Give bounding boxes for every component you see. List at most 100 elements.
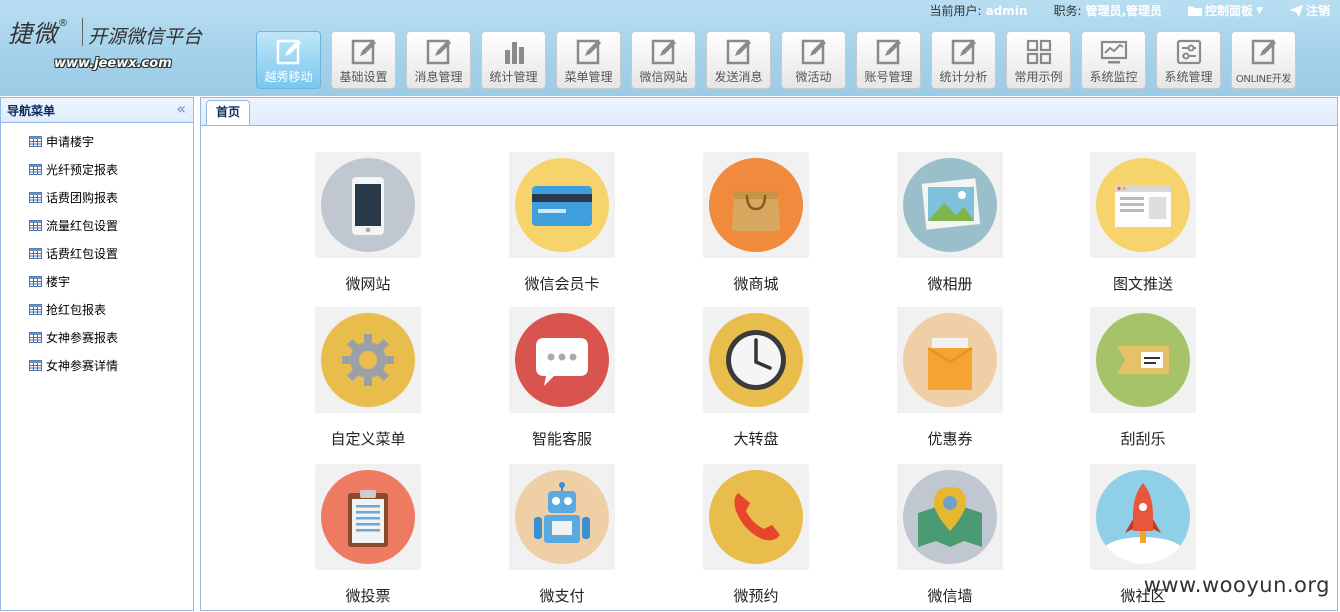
nav-button[interactable]: 统计管理 bbox=[481, 31, 546, 89]
sidebar-item[interactable]: 楼宇 bbox=[1, 267, 193, 295]
app-tile[interactable]: 微社区 bbox=[1063, 438, 1223, 605]
edit-icon bbox=[1251, 39, 1276, 65]
logo-subtitle: 开源微信平台 bbox=[88, 26, 203, 48]
nav-button[interactable]: ONLINE开发 bbox=[1231, 31, 1296, 89]
app-tile[interactable]: 自定义菜单 bbox=[288, 281, 448, 448]
table-icon bbox=[29, 191, 42, 203]
app-label: 微投票 bbox=[345, 587, 391, 605]
nav-button[interactable]: 发送消息 bbox=[706, 31, 771, 89]
app-tile[interactable]: 微投票 bbox=[288, 438, 448, 605]
table-icon bbox=[29, 331, 42, 343]
app-label: 微预约 bbox=[733, 587, 779, 605]
nav-button[interactable]: 微信网站 bbox=[631, 31, 696, 89]
header: 捷微 ® 开源微信平台 www.jeewx.com 当前用户: admin 职务… bbox=[0, 0, 1340, 96]
app-tile[interactable]: 微预约 bbox=[676, 438, 836, 605]
app-tile[interactable]: 大转盘 bbox=[676, 281, 836, 448]
app-tile[interactable]: 微信墙 bbox=[870, 438, 1030, 605]
edit-icon bbox=[876, 39, 901, 65]
sidebar-item[interactable]: 女神参赛报表 bbox=[1, 323, 193, 351]
clipboard-icon bbox=[321, 470, 415, 564]
nav-button-label: 基础设置 bbox=[339, 70, 388, 84]
sidebar-item-label: 女神参赛报表 bbox=[46, 330, 119, 345]
app-tile[interactable]: 微商城 bbox=[676, 126, 836, 293]
current-user-label: 当前用户: bbox=[929, 4, 982, 18]
shopping-bag-icon bbox=[709, 158, 803, 252]
logo-text: 捷微 bbox=[8, 20, 58, 48]
nav-button[interactable]: 越秀移动 bbox=[256, 31, 321, 89]
nav-button[interactable]: 常用示例 bbox=[1006, 31, 1071, 89]
nav-button-label: 账号管理 bbox=[864, 70, 913, 84]
nav-button-label: 微信网站 bbox=[639, 70, 688, 84]
nav-button-label: 统计分析 bbox=[939, 70, 988, 84]
monitor-icon bbox=[1100, 40, 1128, 64]
gear-icon bbox=[321, 313, 415, 407]
nav-button-label: 微活动 bbox=[795, 70, 832, 84]
app-tile[interactable]: 刮刮乐 bbox=[1063, 281, 1223, 448]
app-tile[interactable]: 微网站 bbox=[288, 126, 448, 293]
sidebar-item-label: 光纤预定报表 bbox=[46, 162, 119, 177]
sidebar-item[interactable]: 抢红包报表 bbox=[1, 295, 193, 323]
nav-button-label: 越秀移动 bbox=[264, 70, 313, 84]
sliders-icon bbox=[1176, 39, 1202, 65]
nav-button-label: 系统监控 bbox=[1089, 70, 1138, 84]
sidebar-item-label: 流量红包设置 bbox=[46, 218, 119, 233]
sidebar-item-label: 女神参赛详情 bbox=[46, 358, 119, 373]
logout-label: 注销 bbox=[1305, 4, 1330, 18]
nav-button[interactable]: 系统监控 bbox=[1081, 31, 1146, 89]
chat-bubble-icon bbox=[515, 313, 609, 407]
table-icon bbox=[29, 219, 42, 231]
sidebar-item[interactable]: 申请楼宇 bbox=[1, 127, 193, 155]
nav-button[interactable]: 系统管理 bbox=[1156, 31, 1221, 89]
double-chevron-left-icon[interactable]: « bbox=[176, 99, 186, 118]
sidebar-item-label: 申请楼宇 bbox=[46, 134, 95, 149]
top-nav: 越秀移动 基础设置 消息管理 统计管理 菜单管理 微信网站 发送消息 微活动 账号管理 统计分析 常… bbox=[256, 31, 1296, 91]
nav-button-label: 常用示例 bbox=[1014, 70, 1063, 84]
sidebar-item[interactable]: 流量红包设置 bbox=[1, 211, 193, 239]
sidebar-item[interactable]: 女神参赛详情 bbox=[1, 351, 193, 379]
nav-button[interactable]: 消息管理 bbox=[406, 31, 471, 89]
nav-button[interactable]: 账号管理 bbox=[856, 31, 921, 89]
sidebar-item-label: 抢红包报表 bbox=[46, 302, 107, 317]
sidebar-item-label: 楼宇 bbox=[46, 274, 71, 289]
sidebar-header: 导航菜单 « bbox=[1, 98, 193, 123]
logout-button[interactable]: 注销 bbox=[1288, 2, 1330, 19]
bar-chart-icon bbox=[505, 42, 524, 64]
app-tile[interactable]: 图文推送 bbox=[1063, 126, 1223, 293]
nav-button-label: ONLINE开发 bbox=[1235, 74, 1292, 85]
nav-button[interactable]: 菜单管理 bbox=[556, 31, 621, 89]
control-panel-button[interactable]: 控制面板 ▼ bbox=[1188, 2, 1263, 19]
role-label: 职务: bbox=[1053, 4, 1082, 18]
nav-button[interactable]: 统计分析 bbox=[931, 31, 996, 89]
sidebar-menu: 申请楼宇光纤预定报表 话费团购报表 流量红包设置话费红包设置楼宇抢红包报表女神参赛报… bbox=[1, 123, 193, 379]
coupon-envelope-icon bbox=[903, 313, 997, 407]
registered-mark: ® bbox=[58, 18, 68, 29]
nav-button-label: 统计管理 bbox=[489, 70, 538, 84]
grid-icon bbox=[1026, 39, 1052, 65]
table-icon bbox=[29, 163, 42, 175]
sidebar-item-label: 话费团购报表 bbox=[46, 190, 119, 205]
edit-icon bbox=[726, 39, 751, 65]
app-tile[interactable]: 微相册 bbox=[870, 126, 1030, 293]
rocket-icon bbox=[1096, 470, 1190, 564]
app-tile[interactable]: 优惠券 bbox=[870, 281, 1030, 448]
logo-url: www.jeewx.com bbox=[54, 56, 172, 71]
main-panel: 首页 微网站 微信会员卡 微商城 微相册 图文推送 自定义菜单 智能客服 大转盘 优惠券 刮刮乐微… bbox=[200, 97, 1338, 611]
nav-button[interactable]: 微活动 bbox=[781, 31, 846, 89]
smartphone-icon bbox=[321, 158, 415, 252]
sidebar-item[interactable]: 话费红包设置 bbox=[1, 239, 193, 267]
phone-icon bbox=[709, 470, 803, 564]
nav-button-label: 发送消息 bbox=[714, 70, 763, 84]
sidebar-item[interactable]: 话费团购报表 bbox=[1, 183, 193, 211]
app-tile[interactable]: 微支付 bbox=[482, 438, 642, 605]
caret-down-icon: ▼ bbox=[1256, 5, 1263, 16]
sidebar-item[interactable]: 光纤预定报表 bbox=[1, 155, 193, 183]
current-user-value: admin bbox=[985, 3, 1028, 18]
folder-icon bbox=[1188, 6, 1203, 16]
nav-button-label: 菜单管理 bbox=[564, 70, 613, 84]
app-tile[interactable]: 微信会员卡 bbox=[482, 126, 642, 293]
tab-home[interactable]: 首页 bbox=[206, 100, 250, 125]
edit-icon bbox=[576, 39, 601, 65]
nav-button[interactable]: 基础设置 bbox=[331, 31, 396, 89]
app-tile[interactable]: 智能客服 bbox=[482, 281, 642, 448]
edit-icon bbox=[351, 39, 376, 65]
